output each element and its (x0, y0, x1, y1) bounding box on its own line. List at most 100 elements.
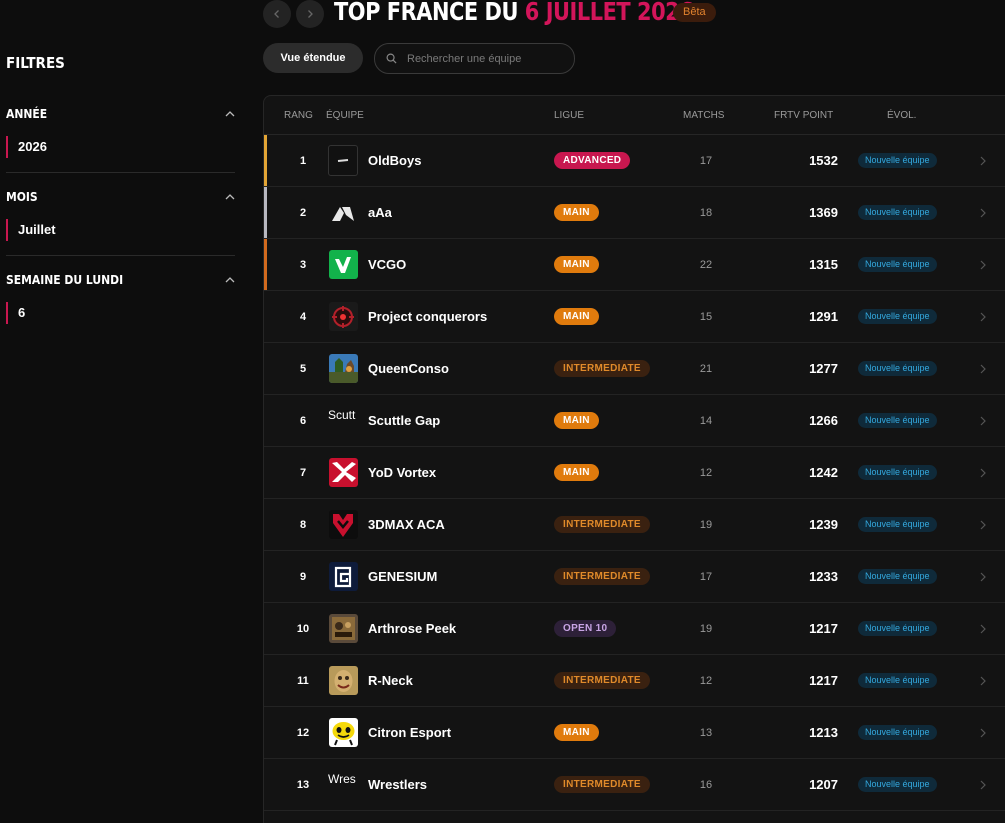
filter-month-value[interactable]: Juillet (6, 219, 235, 241)
rank: 8 (299, 518, 307, 531)
page-title: TOP FRANCE DU 6 JUILLET 2026 (334, 0, 694, 26)
filter-week-value[interactable]: 6 (6, 302, 235, 324)
col-matches[interactable]: MATCHS (683, 110, 724, 121)
row-chevron[interactable] (979, 707, 987, 758)
table-row[interactable]: 1 OldBoys ADVANCED 17 1532 Nouvelle équi… (264, 135, 1005, 187)
col-evol[interactable]: ÉVOL. (887, 110, 916, 121)
team-name[interactable]: GENESIUM (368, 551, 437, 602)
frtv-points: 1233 (809, 569, 838, 584)
row-chevron[interactable] (979, 811, 987, 823)
team-name[interactable]: OldBoys (368, 135, 421, 186)
team-name[interactable]: YoD Vortex (368, 447, 436, 498)
league-badge: OPEN 10 (554, 620, 617, 637)
league-badge: MAIN (554, 724, 599, 741)
rank: 12 (296, 726, 310, 739)
table-row[interactable]: 11 R-Neck INTERMEDIATE 12 1217 Nouvelle … (264, 655, 1005, 707)
row-chevron[interactable] (979, 499, 987, 550)
filter-year-value[interactable]: 2026 (6, 136, 235, 158)
col-league[interactable]: LIGUE (554, 110, 584, 121)
podium-bar (264, 239, 267, 290)
col-points[interactable]: FRTV POINT (774, 110, 833, 121)
table-row[interactable]: 14 URITEAM (264, 811, 1005, 823)
search-input[interactable] (405, 51, 559, 66)
frtv-points: 1277 (809, 361, 838, 376)
team-logo (328, 707, 358, 758)
team-name[interactable]: QueenConso (368, 343, 449, 394)
table-row[interactable]: 3 VCGO MAIN 22 1315 Nouvelle équipe (264, 239, 1005, 291)
team-name[interactable]: R-Neck (368, 655, 413, 706)
team-name[interactable]: aAa (368, 187, 392, 238)
podium-bar (264, 135, 267, 186)
table-row[interactable]: 13 Wres Wrestlers INTERMEDIATE 16 1207 N… (264, 759, 1005, 811)
new-team-badge: Nouvelle équipe (858, 673, 937, 688)
team-logo: Wres (328, 759, 358, 810)
evolution: Nouvelle équipe (858, 395, 937, 446)
team-name[interactable]: Scuttle Gap (368, 395, 440, 446)
row-chevron[interactable] (979, 655, 987, 706)
row-chevron[interactable] (979, 187, 987, 238)
league: MAIN (554, 395, 599, 446)
table-row[interactable]: 6 Scutt Scuttle Gap MAIN 14 1266 Nouvell… (264, 395, 1005, 447)
table-row[interactable]: 12 Citron Esport MAIN 13 1213 Nouvelle é… (264, 707, 1005, 759)
league: MAIN (554, 239, 599, 290)
team-logo (328, 291, 358, 342)
league-badge: MAIN (554, 308, 599, 325)
filter-year-header[interactable]: ANNÉE (6, 104, 235, 124)
table-row[interactable]: 2 aAa MAIN 18 1369 Nouvelle équipe (264, 187, 1005, 239)
evolution: Nouvelle équipe (858, 759, 937, 810)
team-logo (328, 551, 358, 602)
table-row[interactable]: 5 QueenConso INTERMEDIATE 21 1277 Nouvel… (264, 343, 1005, 395)
col-team[interactable]: ÉQUIPE (326, 110, 364, 121)
team-logo (328, 187, 358, 238)
table-row[interactable]: 10 Arthrose Peek OPEN 10 19 1217 Nouvell… (264, 603, 1005, 655)
matches-count (684, 811, 728, 823)
evolution: Nouvelle équipe (858, 135, 937, 186)
matches-count: 15 (699, 310, 713, 323)
chevron-right-icon (980, 676, 986, 685)
row-chevron[interactable] (979, 551, 987, 602)
ranking-table: RANG ÉQUIPE LIGUE MATCHS FRTV POINT ÉVOL… (263, 95, 1005, 823)
chevron-right-icon (980, 416, 986, 425)
chevron-right-icon (308, 10, 313, 18)
filter-week-header[interactable]: SEMAINE DU LUNDI (6, 270, 235, 290)
matches-count: 12 (699, 674, 713, 687)
next-week-button[interactable] (296, 0, 324, 28)
team-name[interactable]: URITEAM (368, 811, 427, 823)
row-chevron[interactable] (979, 447, 987, 498)
new-team-badge: Nouvelle équipe (858, 465, 937, 480)
filter-month-header[interactable]: MOIS (6, 187, 235, 207)
frtv-points: 1315 (809, 257, 838, 272)
team-name[interactable]: 3DMAX ACA (368, 499, 445, 550)
league: MAIN (554, 707, 599, 758)
table-row[interactable]: 8 3DMAX ACA INTERMEDIATE 19 1239 Nouvell… (264, 499, 1005, 551)
frtv-points: 1266 (809, 413, 838, 428)
chevron-right-icon (980, 728, 986, 737)
row-chevron[interactable] (979, 603, 987, 654)
team-search[interactable] (374, 43, 575, 74)
table-row[interactable]: 4 Project conquerors MAIN 15 1291 Nouvel… (264, 291, 1005, 343)
row-chevron[interactable] (979, 135, 987, 186)
rank: 11 (297, 674, 309, 687)
prev-week-button[interactable] (263, 0, 291, 28)
table-row[interactable]: 9 GENESIUM INTERMEDIATE 17 1233 Nouvelle… (264, 551, 1005, 603)
row-chevron[interactable] (979, 239, 987, 290)
search-icon (386, 53, 397, 64)
extended-view-button[interactable]: Vue étendue (263, 43, 363, 73)
evolution: Nouvelle équipe (858, 343, 937, 394)
team-name[interactable]: Citron Esport (368, 707, 451, 758)
chevron-right-icon (980, 208, 986, 217)
col-rank[interactable]: RANG (284, 110, 313, 121)
chevron-right-icon (980, 364, 986, 373)
team-name[interactable]: Arthrose Peek (368, 603, 456, 654)
row-chevron[interactable] (979, 343, 987, 394)
team-logo (328, 603, 358, 654)
row-chevron[interactable] (979, 759, 987, 810)
team-name[interactable]: VCGO (368, 239, 406, 290)
team-name[interactable]: Project conquerors (368, 291, 487, 342)
team-name[interactable]: Wrestlers (368, 759, 427, 810)
row-chevron[interactable] (979, 291, 987, 342)
row-chevron[interactable] (979, 395, 987, 446)
divider (6, 255, 235, 256)
table-row[interactable]: 7 YoD Vortex MAIN 12 1242 Nouvelle équip… (264, 447, 1005, 499)
frtv-points: 1242 (809, 465, 838, 480)
